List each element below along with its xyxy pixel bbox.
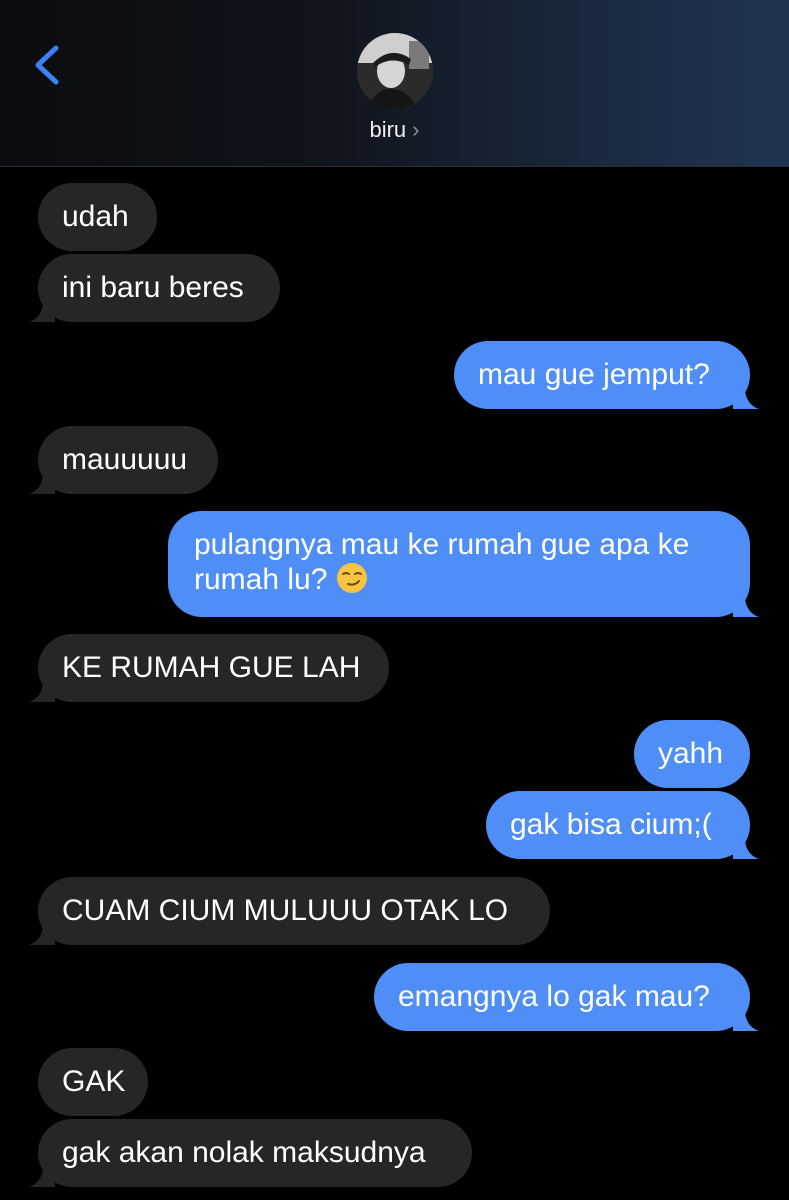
- message-text: emangnya lo gak mau?: [398, 980, 710, 1013]
- message-text: ini baru beres: [62, 271, 244, 304]
- bubble-tail-icon: [29, 296, 55, 322]
- chevron-right-icon: ›: [412, 117, 420, 142]
- message-text: pulangnya mau ke rumah gue apa ke rumah …: [194, 528, 690, 596]
- message-sent[interactable]: gak bisa cium;(: [486, 791, 759, 859]
- message-received[interactable]: udah: [38, 183, 157, 251]
- message-text: gak akan nolak maksudnya: [62, 1136, 426, 1169]
- bubble-tail-icon: [29, 919, 55, 945]
- message-received[interactable]: ini baru beres: [29, 254, 280, 322]
- message-text: KE RUMAH GUE LAH: [62, 651, 361, 684]
- message-received[interactable]: mauuuuu: [29, 426, 218, 494]
- message-text: mauuuuu: [62, 443, 188, 476]
- contact-name: biru: [369, 117, 407, 142]
- message-text: yahh: [658, 737, 724, 770]
- chat-header: biru ›: [0, 0, 789, 167]
- message-text: CUAM CIUM MULUUU OTAK LO: [62, 894, 509, 927]
- chevron-left-icon[interactable]: [28, 42, 68, 88]
- bubble-tail-icon: [733, 591, 759, 617]
- message-received[interactable]: CUAM CIUM MULUUU OTAK LO: [29, 877, 550, 945]
- message-sent[interactable]: yahh: [634, 720, 750, 788]
- bubble-tail-icon: [733, 383, 759, 409]
- bubble-tail-icon: [29, 676, 55, 702]
- message-text: GAK: [62, 1065, 126, 1098]
- message-text: gak bisa cium;(: [510, 808, 712, 841]
- message-received[interactable]: gak akan nolak maksudnya: [29, 1119, 472, 1187]
- bubble-tail-icon: [733, 833, 759, 859]
- message-sent[interactable]: mau gue jemput?: [454, 341, 759, 409]
- message-sent[interactable]: pulangnya mau ke rumah gue apa ke rumah …: [168, 511, 759, 617]
- message-text: udah: [62, 200, 129, 233]
- bubble-tail-icon: [29, 468, 55, 494]
- avatar[interactable]: [357, 33, 433, 109]
- bubble-tail-icon: [29, 1161, 55, 1187]
- message-received[interactable]: KE RUMAH GUE LAH: [29, 634, 389, 702]
- message-text: mau gue jemput?: [478, 358, 710, 391]
- contact-name-button[interactable]: biru ›: [0, 117, 789, 143]
- message-received[interactable]: GAK: [38, 1048, 148, 1116]
- bubble-tail-icon: [733, 1005, 759, 1031]
- message-sent[interactable]: emangnya lo gak mau?: [374, 963, 759, 1031]
- smirking-face-icon: [336, 563, 367, 593]
